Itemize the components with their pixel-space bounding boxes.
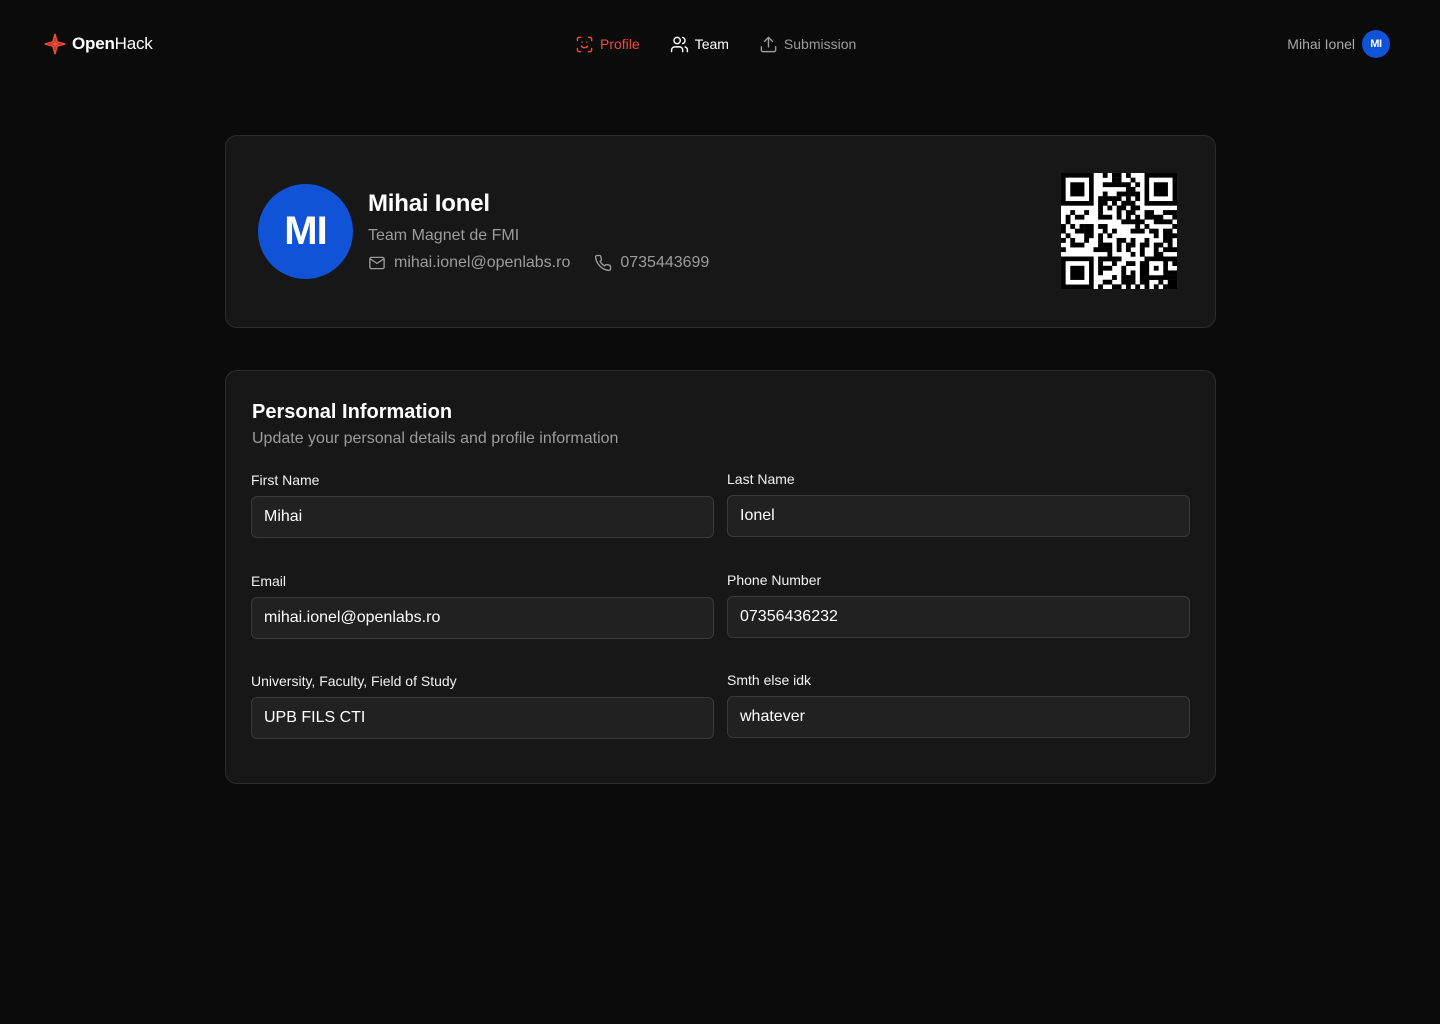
- section-title: Personal Information: [252, 401, 453, 423]
- university-field: University, Faculty, Field of Study: [251, 673, 714, 739]
- phone-number-input[interactable]: [727, 596, 1190, 638]
- section-subtitle: Update your personal details and profile…: [252, 430, 619, 447]
- nav-item-label: Submission: [783, 36, 857, 52]
- nav-item-team[interactable]: Team: [670, 35, 729, 54]
- nav-item-submission[interactable]: Submission: [759, 35, 856, 54]
- upload-icon: [760, 36, 777, 52]
- extra-input[interactable]: [727, 696, 1190, 738]
- qr-code: [1061, 173, 1177, 289]
- profile-contacts: mihai.ionel@openlabs.ro 0735443699: [368, 254, 709, 272]
- profile-phone: 0735443699: [594, 254, 709, 272]
- user-name: Mihai Ionel: [1287, 36, 1355, 52]
- profile-avatar: MI: [258, 184, 353, 279]
- last-name-label: Last Name: [727, 471, 795, 487]
- mail-icon: [369, 256, 385, 270]
- user-menu[interactable]: Mihai Ionel MI: [1287, 30, 1390, 58]
- main-nav: Profile Team Submission: [575, 33, 856, 55]
- profile-email: mihai.ionel@openlabs.ro: [368, 254, 570, 272]
- university-label: University, Faculty, Field of Study: [251, 673, 457, 689]
- first-name-label: First Name: [251, 472, 320, 488]
- profile-summary-card: MI Mihai Ionel Team Magnet de FMI mihai.…: [225, 135, 1216, 328]
- first-name-field: First Name: [251, 472, 714, 538]
- profile-team-name: Team Magnet de FMI: [368, 227, 520, 244]
- last-name-field: Last Name: [727, 471, 1190, 537]
- brand-name: OpenHack: [72, 34, 153, 54]
- sparkle-logo-icon: [44, 33, 66, 55]
- profile-name: Mihai Ionel: [368, 190, 490, 217]
- email-label: Email: [251, 573, 287, 589]
- last-name-input[interactable]: [727, 495, 1190, 537]
- nav-item-label: Team: [694, 36, 729, 52]
- extra-label: Smth else idk: [727, 672, 812, 688]
- phone-number-label: Phone Number: [727, 572, 822, 588]
- profile-email-text: mihai.ionel@openlabs.ro: [394, 254, 571, 271]
- avatar[interactable]: MI: [1362, 30, 1390, 58]
- brand-name-second: Hack: [114, 34, 153, 53]
- users-icon: [670, 36, 688, 52]
- nav-item-label: Profile: [600, 36, 640, 52]
- top-navigation-bar: OpenHack Profile Team Submission Mihai I…: [0, 0, 1440, 88]
- personal-information-card: Personal Information Update your persona…: [225, 370, 1216, 784]
- scan-face-icon: [576, 36, 593, 52]
- email-field: Email: [251, 573, 714, 639]
- nav-item-profile[interactable]: Profile: [575, 35, 640, 54]
- profile-phone-text: 0735443699: [620, 254, 710, 271]
- brand-name-first: Open: [72, 34, 115, 53]
- phone-icon: [595, 254, 612, 272]
- openhack-logo[interactable]: OpenHack: [44, 33, 153, 55]
- university-input[interactable]: [251, 697, 714, 739]
- first-name-input[interactable]: [251, 496, 714, 538]
- extra-field: Smth else idk: [727, 672, 1190, 738]
- phone-number-field: Phone Number: [727, 572, 1190, 638]
- email-input[interactable]: [251, 597, 714, 639]
